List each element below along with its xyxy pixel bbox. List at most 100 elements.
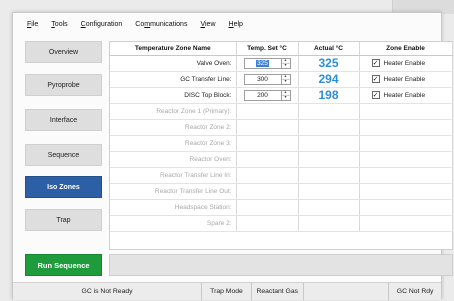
status-gc-not-ready: GC Not Rdy [396, 288, 434, 295]
zone-enable-cell [359, 167, 453, 184]
actual-temp [298, 135, 360, 152]
nav-pyroprobe-button[interactable]: Pyroprobe [25, 74, 102, 96]
stepper-down-icon[interactable]: ▼ [281, 94, 290, 100]
actual-temp [298, 151, 360, 168]
run-sequence-button[interactable]: Run Sequence [25, 254, 102, 276]
heater-enable-label: Heater Enable [383, 91, 426, 99]
menu-configuration[interactable]: Configuration [81, 21, 123, 28]
heater-enable-checkbox[interactable]: ✓ Heater Enable [371, 59, 426, 67]
actual-temp [298, 167, 360, 184]
stepper-buttons: ▲ ▼ [280, 90, 290, 100]
temp-set-cell [236, 215, 299, 232]
checkbox-checked-icon[interactable]: ✓ [371, 59, 380, 67]
actual-temp: 325 [298, 55, 360, 72]
temp-set-cell [236, 183, 299, 200]
temp-set-value[interactable]: 325 [245, 59, 281, 68]
heater-enable-checkbox[interactable]: ✓ Heater Enable [371, 91, 426, 99]
zone-enable-cell [359, 103, 453, 120]
temp-set-stepper[interactable]: 200 ▲ ▼ [243, 89, 291, 101]
temp-set-stepper[interactable]: 325 ▲ ▼ [243, 57, 291, 69]
zone-enable-cell: ✓ Heater Enable [359, 71, 453, 88]
checkbox-checked-icon[interactable]: ✓ [371, 75, 380, 83]
zone-enable-cell: ✓ Heater Enable [359, 55, 453, 72]
zone-name: DISC Top Block: [110, 87, 237, 104]
nav-interface-button[interactable]: Interface [25, 109, 102, 131]
temp-set-text: 300 [257, 75, 268, 83]
temp-set-stepper[interactable]: 300 ▲ ▼ [243, 73, 291, 85]
table-row: Reactor Zone 2: [110, 119, 453, 136]
temp-set-cell [236, 103, 299, 120]
table-header-row: Temperature Zone Name Temp. Set °C Actua… [110, 42, 453, 56]
menu-communications[interactable]: Communications [135, 21, 187, 28]
table-row: DISC Top Block: 200 ▲ ▼ 198 ✓ Heater Enable [110, 87, 453, 104]
zone-name: Valve Oven: [110, 55, 237, 72]
zone-enable-cell: ✓ Heater Enable [359, 87, 453, 104]
heater-enable-label: Heater Enable [383, 59, 426, 67]
menu-help[interactable]: Help [229, 21, 243, 28]
zone-name: Reactor Transfer Line In: [110, 167, 237, 184]
zone-enable-cell [359, 151, 453, 168]
zone-table: Temperature Zone Name Temp. Set °C Actua… [109, 41, 453, 250]
header-actual: Actual °C [298, 42, 360, 56]
status-gc-state: GC is Not Ready [13, 283, 203, 300]
status-bar: GC is Not Ready Trap Mode Reactant Gas G… [13, 282, 441, 300]
message-area [109, 254, 453, 276]
actual-temp [298, 215, 360, 232]
header-temp-set: Temp. Set °C [236, 42, 299, 56]
nav-sequence-button[interactable]: Sequence [25, 144, 102, 166]
table-row: Headspace Station: [110, 199, 453, 216]
table-row: GC Transfer Line: 300 ▲ ▼ 294 ✓ Heater Enable [110, 71, 453, 88]
header-zone-enable: Zone Enable [359, 42, 453, 56]
zone-name: Spare 2: [110, 215, 237, 232]
nav-iso-zones-button[interactable]: Iso Zones [25, 176, 102, 198]
temp-set-cell [236, 167, 299, 184]
zone-enable-cell [359, 119, 453, 136]
zone-name: GC Transfer Line: [110, 71, 237, 88]
actual-temp [298, 183, 360, 200]
temp-set-cell [236, 135, 299, 152]
zone-name: Reactor Zone 2: [110, 119, 237, 136]
actual-temp: 294 [298, 71, 360, 88]
temp-set-cell: 200 ▲ ▼ [236, 87, 299, 104]
menu-view[interactable]: View [200, 21, 215, 28]
actual-temp [298, 119, 360, 136]
zone-enable-cell [359, 215, 453, 232]
temp-set-value[interactable]: 200 [245, 91, 281, 100]
temp-set-value[interactable]: 300 [245, 75, 281, 84]
table-row: Reactor Oven: [110, 151, 453, 168]
actual-temp [298, 199, 360, 216]
temp-set-cell: 325 ▲ ▼ [236, 55, 299, 72]
zone-name: Headspace Station: [110, 199, 237, 216]
table-row: Reactor Transfer Line In: [110, 167, 453, 184]
zone-enable-cell [359, 183, 453, 200]
zone-name: Reactor Transfer Line Out: [110, 183, 237, 200]
stepper-down-icon[interactable]: ▼ [281, 78, 290, 84]
status-trap-mode: Trap Mode [202, 283, 252, 300]
table-row: Reactor Zone 1 (Primary): [110, 103, 453, 120]
zone-name: Reactor Oven: [110, 151, 237, 168]
table-row: Valve Oven: 325 ▲ ▼ 325 ✓ Heater Enable [110, 55, 453, 72]
status-empty-cell [304, 283, 390, 300]
temp-set-text: 325 [256, 59, 269, 67]
menu-bar: File Tools Configuration Communications … [13, 13, 441, 35]
heater-enable-checkbox[interactable]: ✓ Heater Enable [371, 75, 425, 83]
actual-temp: 198 [298, 87, 360, 104]
temp-set-cell [236, 151, 299, 168]
stepper-buttons: ▲ ▼ [280, 74, 290, 84]
checkbox-checked-icon[interactable]: ✓ [371, 91, 380, 99]
zone-name: Reactor Zone 3: [110, 135, 237, 152]
zone-enable-cell [359, 199, 453, 216]
menu-tools[interactable]: Tools [51, 21, 67, 28]
nav-trap-button[interactable]: Trap [25, 209, 102, 231]
menu-file[interactable]: File [27, 21, 38, 28]
header-zone-name: Temperature Zone Name [110, 42, 237, 56]
stepper-buttons: ▲ ▼ [280, 58, 290, 68]
table-row: Reactor Transfer Line Out: [110, 183, 453, 200]
table-row: Reactor Zone 3: [110, 135, 453, 152]
nav-overview-button[interactable]: Overview [25, 41, 102, 63]
zone-enable-cell [359, 135, 453, 152]
actual-temp [298, 103, 360, 120]
table-row: Spare 2: [110, 215, 453, 232]
app-window: File Tools Configuration Communications … [12, 12, 453, 300]
stepper-down-icon[interactable]: ▼ [281, 62, 290, 68]
